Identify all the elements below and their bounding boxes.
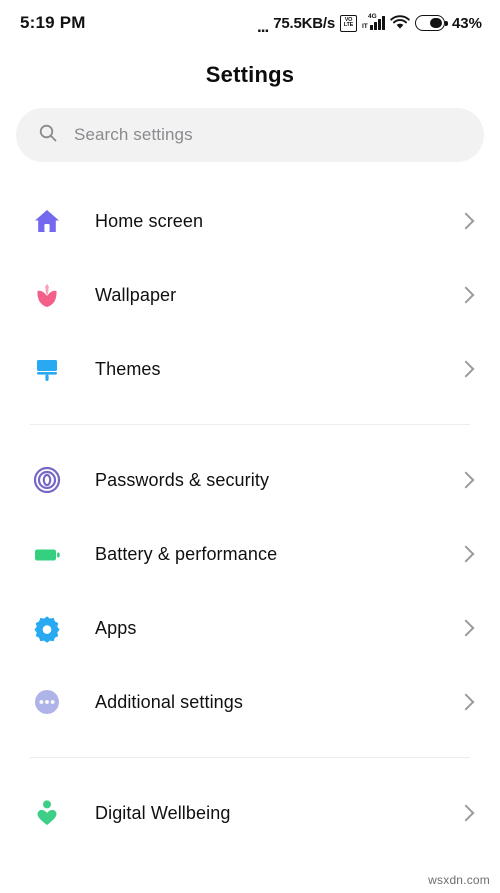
more-dots-icon xyxy=(30,687,64,717)
settings-row-label: Apps xyxy=(95,617,137,638)
settings-row-digital-wellbeing[interactable]: Digital Wellbeing xyxy=(0,776,500,850)
volte-icon: VO LTE xyxy=(339,14,357,32)
chevron-right-icon[interactable] xyxy=(457,360,475,378)
paintbrush-icon xyxy=(30,354,64,384)
settings-row-label: Wallpaper xyxy=(95,284,177,305)
status-bar: 5:19 PM ... 75.5KB/s VO LTE 4G IT 43% xyxy=(0,0,500,46)
signal-4g-icon: 4G IT xyxy=(361,13,385,30)
section-divider xyxy=(30,424,470,425)
chevron-right-icon[interactable] xyxy=(457,212,475,230)
settings-row-label: Home screen xyxy=(95,210,204,231)
settings-row-label: Battery & performance xyxy=(95,543,278,564)
signal-bar xyxy=(377,19,381,30)
battery-icon xyxy=(414,15,448,31)
search-icon xyxy=(38,123,58,148)
signal-bar xyxy=(381,16,385,30)
search-input[interactable]: Search settings xyxy=(16,108,484,162)
home-icon xyxy=(30,206,64,236)
signal-bar xyxy=(369,25,373,30)
settings-row-home-screen[interactable]: Home screen xyxy=(0,184,500,258)
settings-row-battery-performance[interactable]: Battery & performance xyxy=(0,517,500,591)
settings-row-label: Additional settings xyxy=(95,691,243,712)
settings-row-wallpaper[interactable]: Wallpaper xyxy=(0,258,500,332)
chevron-right-icon[interactable] xyxy=(457,619,475,637)
chevron-right-icon[interactable] xyxy=(457,545,475,563)
chevron-right-icon[interactable] xyxy=(457,471,475,489)
chevron-right-icon[interactable] xyxy=(457,804,475,822)
section-divider xyxy=(30,757,470,758)
settings-row-additional-settings[interactable]: Additional settings xyxy=(0,665,500,739)
settings-row-passwords-security[interactable]: Passwords & security xyxy=(0,443,500,517)
settings-list: Home screen Wallpaper Themes Passwords & se… xyxy=(0,162,500,850)
network-dots-icon: ... xyxy=(257,16,269,36)
page-title: Settings xyxy=(205,62,295,87)
search-placeholder: Search settings xyxy=(74,125,193,144)
settings-row-themes[interactable]: Themes xyxy=(0,332,500,406)
battery-icon xyxy=(30,539,64,569)
chevron-right-icon[interactable] xyxy=(457,286,475,304)
settings-row-apps[interactable]: Apps xyxy=(0,591,500,665)
wellbeing-icon xyxy=(30,798,64,828)
fingerprint-icon xyxy=(30,465,64,495)
signal-sub-label: IT xyxy=(361,23,368,30)
watermark: wsxdn.com xyxy=(428,873,490,887)
flower-icon xyxy=(30,280,64,310)
settings-row-label: Digital Wellbeing xyxy=(95,802,231,823)
volte-bottom-label: LTE xyxy=(343,22,354,28)
gear-icon xyxy=(30,613,64,643)
search-container: Search settings xyxy=(0,108,500,162)
signal-4g-label: 4G xyxy=(367,13,377,20)
settings-row-label: Passwords & security xyxy=(95,469,270,490)
status-clock: 5:19 PM xyxy=(20,13,86,32)
wifi-icon xyxy=(390,15,410,31)
battery-percent-label: 43% xyxy=(451,14,482,32)
network-speed-label: 75.5KB/s xyxy=(273,14,335,32)
status-icons: ... 75.5KB/s VO LTE 4G IT 43% xyxy=(257,13,482,36)
settings-row-label: Themes xyxy=(95,358,161,379)
signal-bar xyxy=(373,22,377,30)
chevron-right-icon[interactable] xyxy=(457,693,475,711)
battery-fill xyxy=(429,18,442,28)
